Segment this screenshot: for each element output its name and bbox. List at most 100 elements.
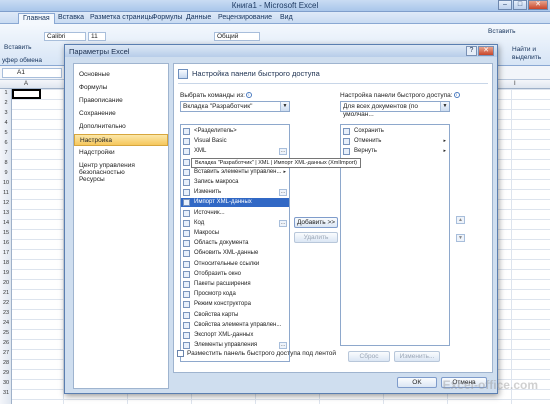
list-item[interactable]: Visual Basic (181, 137, 289, 146)
find-select-button[interactable]: Найти и (512, 46, 536, 53)
tab-data[interactable]: Данные (182, 13, 215, 24)
row-header[interactable]: 2 (0, 100, 12, 106)
list-item[interactable]: Свойства карты (181, 311, 289, 320)
expand-icon[interactable]: … (279, 189, 287, 197)
list-item[interactable]: Элементы управления… (181, 341, 289, 350)
row-header[interactable]: 10 (0, 180, 12, 186)
nav-item[interactable]: Настройка (74, 134, 168, 146)
list-item[interactable]: <Разделитель> (181, 127, 289, 136)
row-header[interactable]: 14 (0, 220, 12, 226)
nav-item[interactable]: Правописание (74, 95, 168, 107)
nav-item[interactable]: Ресурсы (74, 174, 168, 186)
tab-page-layout[interactable]: Разметка страницы (86, 13, 158, 24)
name-box[interactable]: A1 (2, 68, 62, 78)
list-item[interactable]: Сохранить (341, 127, 449, 136)
row-header[interactable]: 26 (0, 340, 12, 346)
move-down-button[interactable]: ▼ (456, 234, 465, 242)
dialog-close-button[interactable]: ✕ (478, 46, 494, 56)
row-header[interactable]: 28 (0, 360, 12, 366)
row-header[interactable]: 18 (0, 260, 12, 266)
row-header[interactable]: 3 (0, 110, 12, 116)
row-header[interactable]: 29 (0, 370, 12, 376)
nav-item[interactable]: Формулы (74, 82, 168, 94)
chevron-down-icon[interactable]: ▼ (280, 102, 289, 111)
list-item[interactable]: Обновить XML-данные (181, 249, 289, 258)
tab-insert[interactable]: Вставка (54, 13, 88, 24)
close-button[interactable]: ✕ (528, 0, 548, 10)
qat-below-ribbon-checkbox[interactable]: Разместить панель быстрого доступа под л… (177, 350, 336, 357)
reset-button[interactable]: Сброс (348, 351, 390, 362)
list-item[interactable]: Импорт XML-данных (181, 198, 289, 208)
expand-icon[interactable]: … (279, 219, 287, 227)
list-item[interactable]: Относительные ссылки (181, 260, 289, 269)
list-item[interactable]: Режим конструктора (181, 300, 289, 309)
nav-item[interactable]: Центр управления безопасностью (74, 160, 168, 176)
ok-button[interactable]: OK (397, 377, 437, 388)
row-header[interactable]: 19 (0, 270, 12, 276)
move-up-button[interactable]: ▲ (456, 216, 465, 224)
checkbox[interactable] (177, 350, 184, 357)
add-button[interactable]: Добавить >> (294, 217, 338, 228)
row-header[interactable]: 24 (0, 320, 12, 326)
expand-icon[interactable]: … (279, 342, 287, 350)
row-header[interactable]: 4 (0, 120, 12, 126)
nav-item[interactable]: Надстройки (74, 147, 168, 159)
list-item[interactable]: Просмотр кода (181, 290, 289, 299)
row-header[interactable]: 30 (0, 380, 12, 386)
remove-button[interactable]: Удалить (294, 232, 338, 243)
row-header[interactable]: 9 (0, 170, 12, 176)
maximize-button[interactable]: □ (513, 0, 527, 10)
number-format-box[interactable]: Общий (214, 32, 260, 41)
row-header[interactable]: 31 (0, 390, 12, 396)
row-header[interactable]: 6 (0, 140, 12, 146)
row-header[interactable]: 1 (0, 90, 12, 96)
tab-view[interactable]: Вид (276, 13, 297, 24)
row-header[interactable]: 7 (0, 150, 12, 156)
list-item[interactable]: Вернуть ▸ (341, 147, 449, 156)
font-size-box[interactable]: 11 (88, 32, 106, 41)
tab-formulas[interactable]: Формулы (148, 13, 186, 24)
row-header[interactable]: 17 (0, 250, 12, 256)
list-item[interactable]: Запись макроса (181, 178, 289, 187)
list-item[interactable]: Экспорт XML-данных (181, 331, 289, 340)
list-item[interactable]: Код… (181, 219, 289, 228)
paste-button[interactable]: Вставить (4, 44, 32, 51)
list-item[interactable]: Отобразить окно (181, 270, 289, 279)
row-header[interactable]: 21 (0, 290, 12, 296)
row-header[interactable]: 16 (0, 240, 12, 246)
column-header[interactable]: I (514, 81, 516, 87)
selected-cell-a1[interactable] (12, 89, 41, 99)
font-name-box[interactable]: Calibri (44, 32, 86, 41)
help-button[interactable]: ? (466, 46, 477, 56)
list-item[interactable]: Вставить элементы управлен... ▸ (181, 168, 289, 177)
row-header[interactable]: 8 (0, 160, 12, 166)
tab-home[interactable]: Главная (18, 13, 55, 24)
choose-commands-select[interactable]: Вкладка "Разработчик" ▼ (180, 101, 290, 112)
list-item[interactable]: XML… (181, 147, 289, 156)
list-item[interactable]: Макросы (181, 229, 289, 238)
chevron-down-icon[interactable]: ▼ (440, 102, 449, 111)
row-header[interactable]: 25 (0, 330, 12, 336)
row-header[interactable]: 12 (0, 200, 12, 206)
expand-icon[interactable]: … (279, 148, 287, 156)
row-header[interactable]: 13 (0, 210, 12, 216)
list-item[interactable]: Изменить… (181, 188, 289, 197)
list-item[interactable]: Пакеты расширения (181, 280, 289, 289)
nav-item[interactable]: Основные (74, 69, 168, 81)
list-item[interactable]: Источник... (181, 209, 289, 218)
nav-item[interactable]: Дополнительно (74, 121, 168, 133)
nav-item[interactable]: Сохранение (74, 108, 168, 120)
row-header[interactable]: 22 (0, 300, 12, 306)
row-header[interactable]: 15 (0, 230, 12, 236)
row-header[interactable]: 27 (0, 350, 12, 356)
tab-review[interactable]: Рецензирование (214, 13, 276, 24)
minimize-button[interactable]: – (498, 0, 512, 10)
qat-scope-select[interactable]: Для всех документов (по умолчан... ▼ (340, 101, 450, 118)
row-header[interactable]: 5 (0, 130, 12, 136)
list-item[interactable]: Отменить ▸ (341, 137, 449, 146)
insert-cells-button[interactable]: Вставить (488, 28, 516, 35)
column-header[interactable]: A (24, 81, 28, 87)
row-header[interactable]: 23 (0, 310, 12, 316)
row-header[interactable]: 20 (0, 280, 12, 286)
row-header[interactable]: 11 (0, 190, 12, 196)
